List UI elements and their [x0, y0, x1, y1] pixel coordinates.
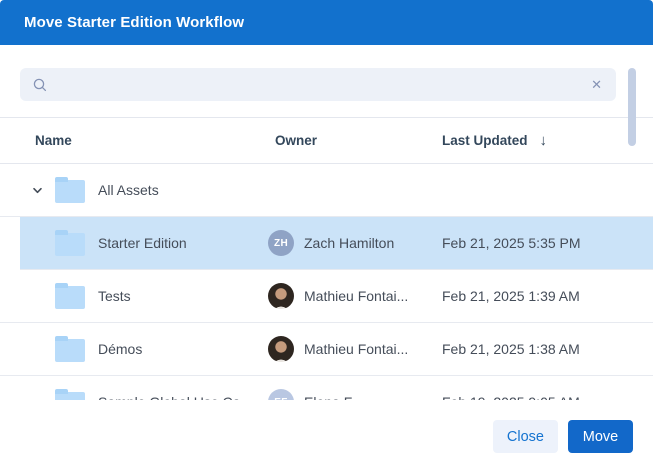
folder-icon	[55, 233, 85, 256]
move-workflow-dialog: Move Starter Edition Workflow ✕ Name Own…	[0, 0, 653, 472]
folder-name: All Assets	[98, 182, 159, 198]
last-updated-cell: Feb 19, 2025 9:05 AM	[442, 394, 653, 400]
dialog-header: Move Starter Edition Workflow	[0, 0, 653, 45]
vertical-scrollbar[interactable]	[628, 68, 636, 146]
column-header-last-updated[interactable]: Last Updated ↓	[442, 132, 653, 149]
close-button[interactable]: Close	[493, 420, 558, 453]
name-cell: Sample Global Use Ca...	[0, 390, 268, 401]
avatar: ZH	[268, 230, 294, 256]
owner-cell: Mathieu Fontai...	[268, 336, 442, 362]
folder-icon	[55, 180, 85, 203]
search-section: ✕	[0, 45, 653, 101]
dialog-footer: Close Move	[493, 420, 633, 453]
name-cell: Starter Edition	[20, 231, 268, 256]
dialog-title: Move Starter Edition Workflow	[24, 14, 244, 31]
owner-name: Mathieu Fontai...	[304, 288, 408, 304]
owner-name: Mathieu Fontai...	[304, 341, 408, 357]
name-cell: Tests	[0, 284, 268, 309]
table-body: All Assets Starter Edition ZH	[0, 164, 653, 400]
owner-cell: ZH Zach Hamilton	[268, 230, 442, 256]
folder-name: Sample Global Use Ca...	[98, 394, 252, 400]
name-cell: Démos	[0, 337, 268, 362]
owner-cell: Mathieu Fontai...	[268, 283, 442, 309]
last-updated-cell: Feb 21, 2025 5:35 PM	[442, 235, 653, 251]
folder-icon	[55, 286, 85, 309]
table-row[interactable]: Sample Global Use Ca... EF Elena F... Fe…	[0, 376, 653, 400]
folder-name: Démos	[98, 341, 142, 357]
owner-name: Elena F...	[304, 394, 362, 400]
avatar-initials: ZH	[274, 238, 288, 249]
search-icon	[32, 77, 48, 93]
column-header-name[interactable]: Name	[0, 133, 268, 148]
folder-icon	[55, 392, 85, 401]
table-row[interactable]: All Assets	[0, 164, 653, 217]
chevron-down-icon[interactable]	[32, 185, 43, 196]
avatar	[268, 336, 294, 362]
clear-search-icon[interactable]: ✕	[589, 76, 604, 93]
sort-descending-icon[interactable]: ↓	[540, 132, 548, 149]
table-header-row: Name Owner Last Updated ↓	[0, 117, 653, 164]
folder-name: Tests	[98, 288, 131, 304]
column-header-owner[interactable]: Owner	[268, 133, 442, 148]
table-row[interactable]: Starter Edition ZH Zach Hamilton Feb 21,…	[20, 217, 653, 270]
table-row[interactable]: Démos Mathieu Fontai... Feb 21, 2025 1:3…	[0, 323, 653, 376]
last-updated-cell: Feb 21, 2025 1:39 AM	[442, 288, 653, 304]
last-updated-cell: Feb 21, 2025 1:38 AM	[442, 341, 653, 357]
owner-cell: EF Elena F...	[268, 389, 442, 400]
folder-name: Starter Edition	[98, 235, 187, 251]
avatar	[268, 283, 294, 309]
avatar-initials: EF	[274, 397, 287, 401]
folder-table: Name Owner Last Updated ↓ All Assets	[0, 117, 653, 400]
owner-name: Zach Hamilton	[304, 235, 394, 251]
search-input[interactable]	[56, 77, 589, 93]
name-cell: All Assets	[0, 178, 268, 203]
table-row[interactable]: Tests Mathieu Fontai... Feb 21, 2025 1:3…	[0, 270, 653, 323]
search-box[interactable]: ✕	[20, 68, 616, 101]
move-button[interactable]: Move	[568, 420, 633, 453]
folder-icon	[55, 339, 85, 362]
avatar: EF	[268, 389, 294, 400]
